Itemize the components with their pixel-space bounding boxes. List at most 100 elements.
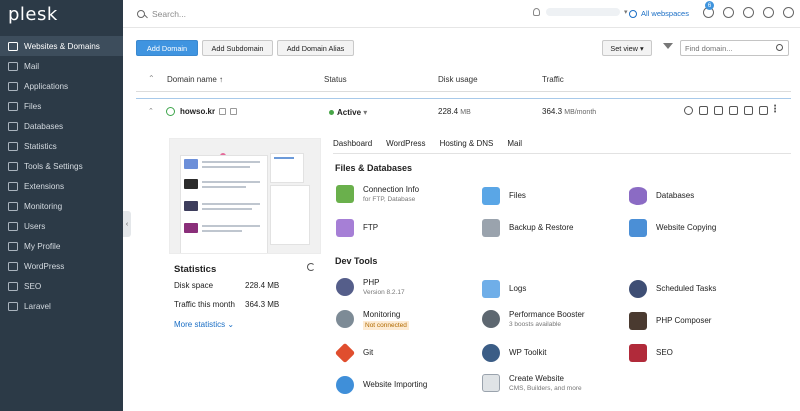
bug-report-icon[interactable] — [743, 7, 754, 18]
status-dropdown[interactable]: Active ▾ — [337, 108, 367, 117]
tool-php[interactable]: PHP Version 8.2.17 — [336, 278, 405, 297]
tool-databases[interactable]: Databases — [629, 187, 694, 205]
preview-card-side-lower — [270, 185, 310, 245]
sidebar-item-users[interactable]: Users — [0, 216, 123, 236]
sidebar-item-extensions[interactable]: Extensions — [0, 176, 123, 196]
domains-table-header: ⌃ Domain name ↑ Status Disk usage Traffi… — [136, 68, 791, 92]
preview-text-line — [202, 203, 260, 205]
account-icon[interactable] — [763, 7, 774, 18]
sidebar-item-applications[interactable]: Applications — [0, 76, 123, 96]
notifications-badge: 6 — [705, 1, 714, 10]
domain-tabs: Dashboard WordPress Hosting & DNS Mail — [333, 139, 536, 154]
tool-performance-booster[interactable]: Performance Booster 3 boosts available — [482, 310, 585, 329]
cloud-upload-icon[interactable] — [723, 7, 734, 18]
tool-connection-info[interactable]: Connection Info for FTP, Database — [336, 185, 419, 204]
tool-website-importing[interactable]: Website Importing — [336, 376, 427, 394]
preview-text-line — [202, 161, 260, 163]
clock-icon — [629, 280, 647, 298]
settings-sliders-icon[interactable] — [759, 106, 768, 115]
tab-wordpress[interactable]: WordPress — [386, 139, 425, 154]
traffic-month-value: 364.3 MB — [245, 300, 280, 309]
status-dot — [329, 110, 334, 115]
preview-text-line — [202, 186, 246, 188]
column-status[interactable]: Status — [324, 75, 347, 84]
webspaces-switcher[interactable]: All webspaces — [629, 9, 689, 18]
tool-php-composer[interactable]: PHP Composer — [629, 312, 711, 330]
folder-icon[interactable] — [699, 106, 708, 115]
chevron-down-icon: ⌄ — [227, 320, 235, 329]
sidebar-collapse-handle[interactable]: ‹ — [123, 211, 131, 237]
tool-git[interactable]: Git — [334, 342, 373, 364]
collapse-all-icon[interactable]: ⌃ — [148, 74, 155, 83]
section-dev-tools: Dev Tools — [335, 256, 378, 266]
sidebar-item-databases[interactable]: Databases — [0, 116, 123, 136]
help-icon[interactable] — [783, 7, 794, 18]
create-website-icon — [482, 374, 500, 392]
preview-text-line — [202, 225, 260, 227]
filter-icon[interactable] — [662, 41, 674, 54]
sidebar-item-files[interactable]: Files — [0, 96, 123, 116]
users-icon — [8, 221, 18, 231]
mail-icon[interactable] — [714, 106, 723, 115]
tools-icon — [8, 161, 18, 171]
wordpress-icon[interactable] — [684, 106, 693, 115]
plesk-logo[interactable]: plesk — [8, 4, 58, 25]
sidebar-item-my-profile[interactable]: My Profile — [0, 236, 123, 256]
tab-dashboard[interactable]: Dashboard — [333, 139, 373, 154]
tool-wp-toolkit[interactable]: WP Toolkit — [482, 344, 547, 362]
tool-logs[interactable]: Logs — [482, 280, 526, 298]
more-statistics-link[interactable]: More statistics ⌄ — [174, 320, 234, 329]
column-traffic[interactable]: Traffic — [542, 75, 564, 84]
tool-backup-restore[interactable]: Backup & Restore — [482, 219, 573, 237]
preview-icon[interactable] — [230, 108, 237, 115]
tool-website-copying[interactable]: Website Copying — [629, 219, 716, 237]
ftp-network-icon — [336, 219, 354, 237]
sidebar-item-wordpress[interactable]: WordPress — [0, 256, 123, 276]
traffic-value: 364.3 MB/month — [542, 107, 597, 116]
sidebar-item-mail[interactable]: Mail — [0, 56, 123, 76]
traffic-month-label: Traffic this month — [174, 300, 235, 309]
tab-mail[interactable]: Mail — [507, 139, 522, 154]
add-domain-button[interactable]: Add Domain — [136, 40, 198, 56]
extensions-icon — [8, 181, 18, 191]
user-name-redacted — [546, 8, 620, 16]
sidebar-item-laravel[interactable]: Laravel — [0, 296, 123, 316]
database-icon — [629, 187, 647, 205]
add-domain-alias-button[interactable]: Add Domain Alias — [277, 40, 354, 56]
tool-create-website[interactable]: Create Website CMS, Builders, and more — [482, 374, 582, 393]
search-input[interactable] — [152, 8, 392, 19]
global-search — [137, 5, 411, 22]
website-preview-thumbnail[interactable] — [169, 138, 321, 254]
tool-files[interactable]: Files — [482, 187, 526, 205]
user-menu[interactable]: ▾ — [533, 8, 628, 16]
set-view-button[interactable]: Set view ▾ — [602, 40, 652, 56]
sidebar-item-tools-settings[interactable]: Tools & Settings — [0, 156, 123, 176]
column-domain-name[interactable]: Domain name ↑ — [167, 75, 223, 84]
seo-icon — [629, 344, 647, 362]
sidebar-item-statistics[interactable]: Statistics — [0, 136, 123, 156]
search-icon[interactable] — [776, 44, 783, 51]
topbar-icons — [703, 7, 794, 18]
preview-thumb — [184, 179, 198, 189]
domain-name-link[interactable]: howso.kr — [180, 107, 215, 116]
add-subdomain-button[interactable]: Add Subdomain — [202, 40, 273, 56]
database-icon[interactable] — [729, 106, 738, 115]
tool-seo[interactable]: SEO — [629, 344, 673, 362]
chevron-down-icon: ▾ — [639, 43, 644, 53]
tab-hosting-dns[interactable]: Hosting & DNS — [440, 139, 494, 154]
refresh-icon[interactable] — [307, 263, 315, 271]
sidebar-item-websites-domains[interactable]: Websites & Domains — [0, 36, 123, 56]
column-disk-usage[interactable]: Disk usage — [438, 75, 478, 84]
tool-monitoring[interactable]: Monitoring Not connected — [336, 310, 409, 330]
find-domain-input[interactable] — [681, 41, 769, 55]
preview-text-line — [202, 208, 252, 210]
chevron-up-icon[interactable]: ⌃ — [148, 107, 154, 115]
tool-scheduled-tasks[interactable]: Scheduled Tasks — [629, 280, 716, 298]
sidebar-item-monitoring[interactable]: Monitoring — [0, 196, 123, 216]
more-actions-icon[interactable]: ⋮ — [770, 104, 780, 115]
tool-ftp[interactable]: FTP — [336, 219, 378, 237]
sidebar-item-seo[interactable]: SEO — [0, 276, 123, 296]
monitoring-icon — [8, 201, 18, 211]
stack-icon[interactable] — [744, 106, 753, 115]
copy-icon[interactable] — [219, 108, 226, 115]
